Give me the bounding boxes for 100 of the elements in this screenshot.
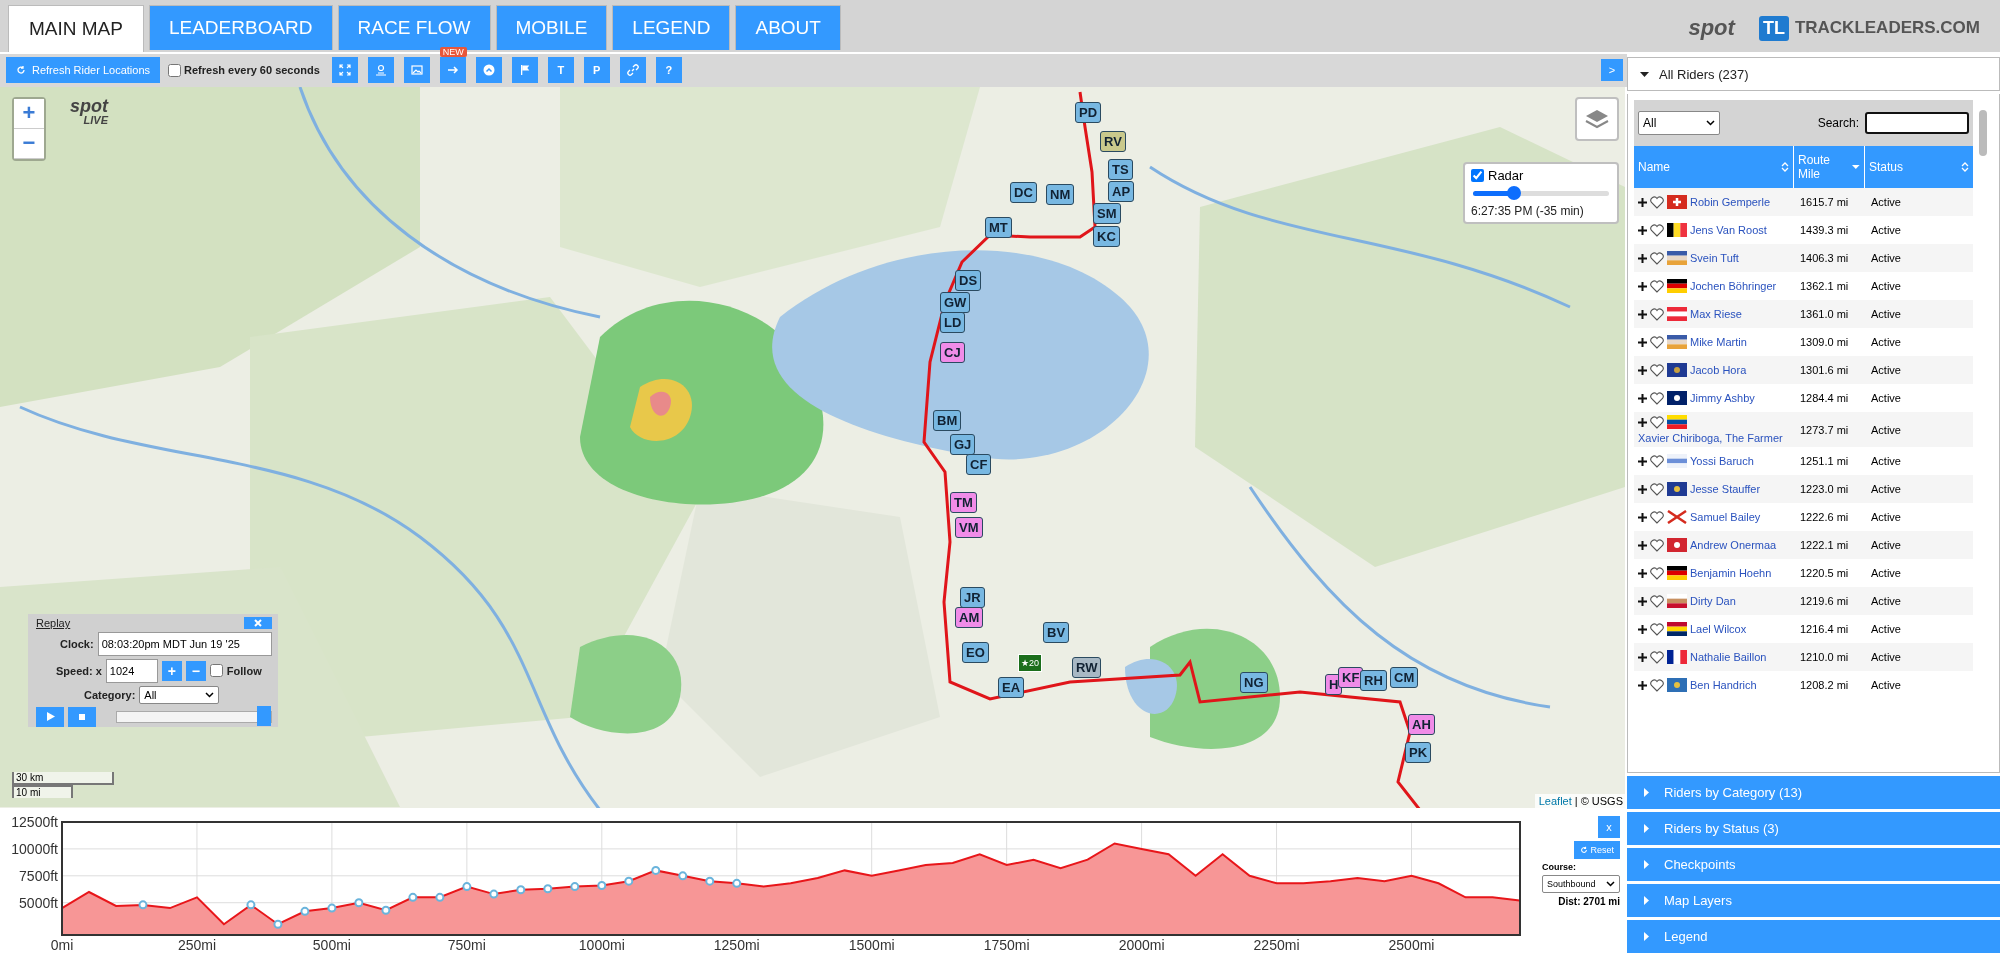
- expand-icon[interactable]: [1638, 417, 1647, 427]
- rider-marker[interactable]: PD: [1075, 101, 1102, 123]
- rider-marker[interactable]: GW: [940, 291, 971, 313]
- rider-marker[interactable]: KC: [1093, 225, 1120, 247]
- expand-icon[interactable]: [1638, 484, 1647, 494]
- replay-slider-thumb[interactable]: [257, 705, 271, 726]
- rider-name-link[interactable]: Ben Handrich: [1690, 679, 1757, 691]
- radar-slider-thumb[interactable]: [1506, 185, 1521, 200]
- rider-marker[interactable]: CF: [966, 453, 992, 475]
- rider-name-link[interactable]: Dirty Dan: [1690, 595, 1736, 607]
- rider-name-link[interactable]: Mike Martin: [1690, 336, 1747, 348]
- rider-name-link[interactable]: Max Riese: [1690, 308, 1742, 320]
- heart-icon[interactable]: [1650, 678, 1664, 692]
- rider-marker[interactable]: MT: [985, 216, 1012, 238]
- expand-icon[interactable]: [1638, 652, 1647, 662]
- rider-marker[interactable]: LD: [940, 311, 966, 333]
- heart-icon[interactable]: [1650, 223, 1664, 237]
- heart-icon[interactable]: [1650, 510, 1664, 524]
- expand-icon[interactable]: [1638, 281, 1647, 291]
- rider-marker[interactable]: NG: [1240, 671, 1268, 693]
- rider-name-link[interactable]: Lael Wilcox: [1690, 623, 1747, 635]
- heart-icon[interactable]: [1650, 251, 1664, 265]
- heart-icon[interactable]: [1650, 454, 1664, 468]
- rider-marker[interactable]: CJ: [940, 341, 965, 363]
- rider-marker[interactable]: AH: [1408, 713, 1435, 735]
- rider-marker[interactable]: VM: [955, 516, 983, 538]
- heart-icon[interactable]: [1650, 594, 1664, 608]
- heart-icon[interactable]: [1650, 391, 1664, 405]
- expand-tool-button[interactable]: [331, 57, 358, 84]
- auto-refresh-checkbox[interactable]: [168, 63, 181, 77]
- rider-marker[interactable]: RW: [1072, 656, 1102, 678]
- expand-icon[interactable]: [1638, 393, 1647, 403]
- rider-marker[interactable]: SM: [1093, 202, 1121, 224]
- filter-select[interactable]: All: [1638, 111, 1720, 135]
- layers-button[interactable]: [1575, 96, 1619, 141]
- expand-icon[interactable]: [1638, 337, 1647, 347]
- rider-marker[interactable]: NM: [1046, 183, 1075, 205]
- rider-name-link[interactable]: Yossi Baruch: [1690, 455, 1754, 467]
- rider-name-link[interactable]: Jens Van Roost: [1690, 224, 1767, 236]
- course-select[interactable]: Southbound: [1542, 875, 1620, 893]
- rider-name-link[interactable]: Xavier Chiriboga, The Farmer: [1638, 432, 1783, 444]
- heart-icon[interactable]: [1650, 650, 1664, 664]
- rider-name-link[interactable]: Robin Gemperle: [1690, 196, 1771, 208]
- flag-tool-button[interactable]: [511, 57, 538, 84]
- rider-marker[interactable]: CM: [1390, 666, 1419, 688]
- zoom-out-button[interactable]: −: [14, 128, 44, 159]
- expand-icon[interactable]: [1638, 225, 1647, 235]
- rider-name-link[interactable]: Andrew Onermaa: [1690, 539, 1777, 551]
- rider-marker[interactable]: GJ: [950, 433, 976, 455]
- heart-icon[interactable]: [1650, 566, 1664, 580]
- follow-checkbox[interactable]: [209, 664, 223, 678]
- link-tool-button[interactable]: [619, 57, 646, 84]
- heart-icon[interactable]: [1650, 279, 1664, 293]
- play-button[interactable]: [36, 706, 64, 727]
- expand-icon[interactable]: [1638, 540, 1647, 550]
- rider-name-link[interactable]: Svein Tuft: [1690, 252, 1739, 264]
- rider-name-link[interactable]: Jacob Hora: [1690, 364, 1747, 376]
- rider-marker[interactable]: AP: [1108, 180, 1135, 202]
- rider-name-link[interactable]: Jochen Böhringer: [1690, 280, 1777, 292]
- expand-icon[interactable]: [1638, 680, 1647, 690]
- heart-icon[interactable]: [1650, 622, 1664, 636]
- expand-icon[interactable]: [1638, 456, 1647, 466]
- category-select[interactable]: All: [139, 685, 220, 704]
- rider-marker[interactable]: RV: [1100, 130, 1126, 152]
- expand-icon[interactable]: [1638, 253, 1647, 263]
- expand-icon[interactable]: [1638, 624, 1647, 634]
- expand-icon[interactable]: [1638, 309, 1647, 319]
- heart-icon[interactable]: [1650, 363, 1664, 377]
- rider-name-link[interactable]: Benjamin Hoehn: [1690, 567, 1772, 579]
- search-field[interactable]: [1865, 112, 1969, 134]
- nav-tab[interactable]: MAIN MAP: [8, 5, 144, 52]
- rider-marker[interactable]: BM: [933, 409, 962, 431]
- radar-checkbox[interactable]: [1471, 168, 1484, 182]
- all-riders-header[interactable]: All Riders (237): [1627, 57, 2000, 91]
- rider-name-link[interactable]: Jesse Stauffer: [1690, 483, 1761, 495]
- heart-icon[interactable]: [1650, 415, 1664, 429]
- circle-tool-button[interactable]: [475, 57, 502, 84]
- rider-marker[interactable]: JR: [960, 586, 985, 608]
- rider-name-link[interactable]: Jimmy Ashby: [1690, 392, 1755, 404]
- heart-icon[interactable]: [1650, 538, 1664, 552]
- heart-icon[interactable]: [1650, 335, 1664, 349]
- speed-field[interactable]: 1024: [105, 658, 158, 683]
- expand-icon[interactable]: [1638, 512, 1647, 522]
- expand-icon[interactable]: [1638, 197, 1647, 207]
- rider-marker[interactable]: TS: [1108, 158, 1133, 180]
- rider-marker[interactable]: BV: [1043, 621, 1070, 643]
- rider-name-link[interactable]: Samuel Bailey: [1690, 511, 1761, 523]
- stop-button[interactable]: [68, 706, 96, 727]
- leaflet-link[interactable]: Leaflet: [1538, 795, 1572, 807]
- rider-marker[interactable]: AM: [955, 606, 984, 628]
- heart-icon[interactable]: [1650, 307, 1664, 321]
- rider-marker[interactable]: EA: [998, 676, 1025, 698]
- heart-icon[interactable]: [1650, 195, 1664, 209]
- rider-marker[interactable]: DC: [1010, 181, 1037, 203]
- zoom-in-button[interactable]: +: [14, 98, 44, 129]
- rider-marker[interactable]: TM: [950, 491, 977, 513]
- expand-icon[interactable]: [1638, 568, 1647, 578]
- clock-field[interactable]: 08:03:20pm MDT Jun 19 '25: [97, 631, 272, 656]
- heart-icon[interactable]: [1650, 482, 1664, 496]
- rider-marker[interactable]: EO: [962, 641, 989, 663]
